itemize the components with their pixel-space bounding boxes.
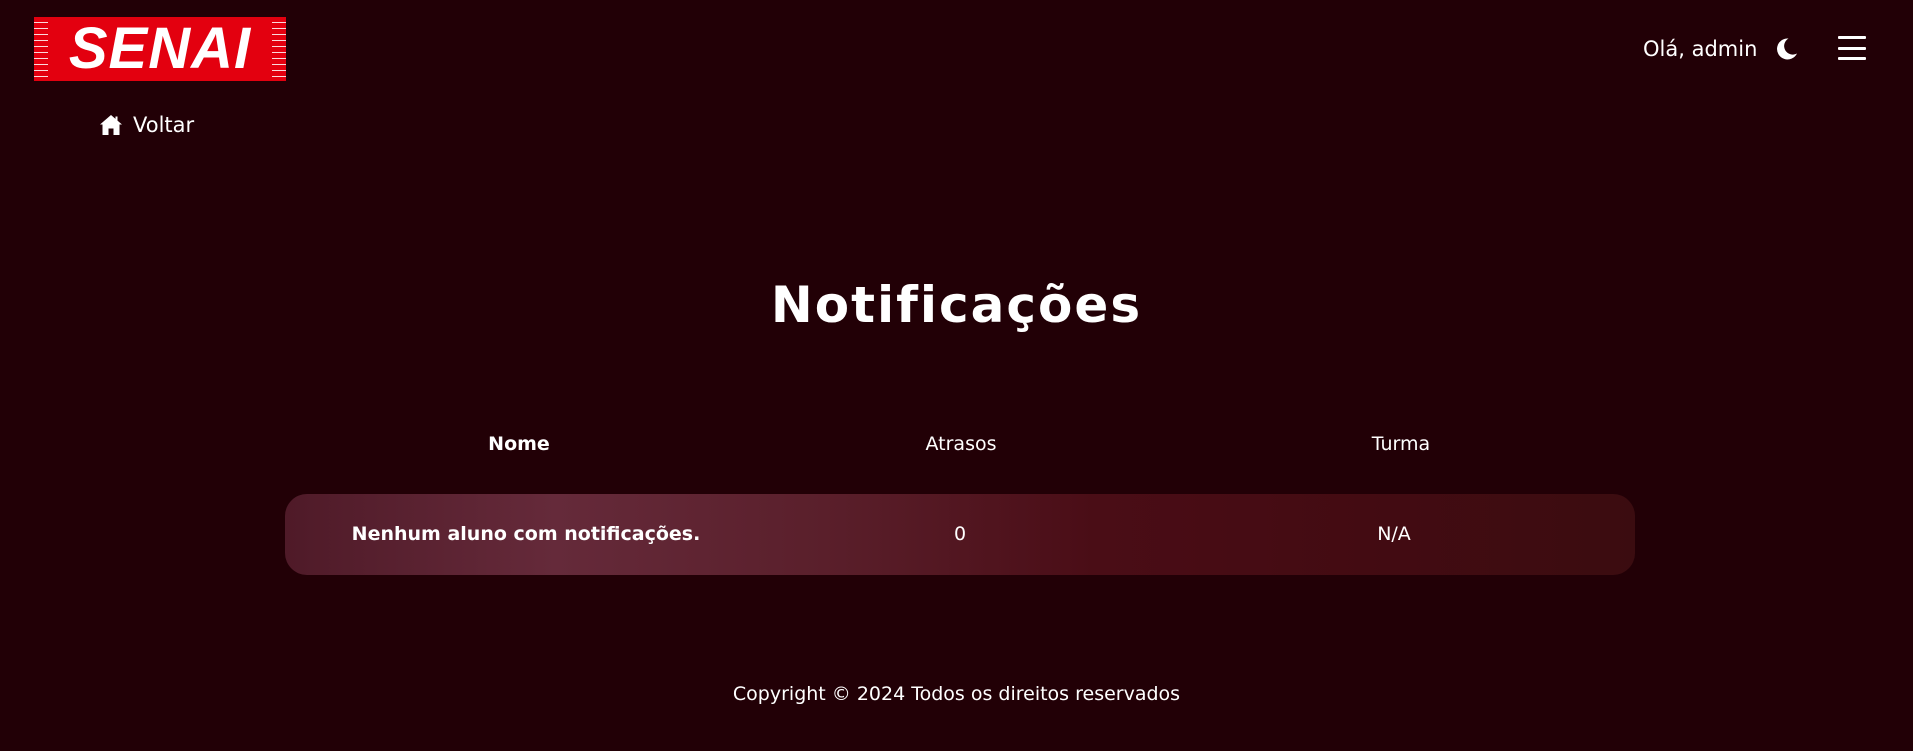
footer-copyright: Copyright © 2024 Todos os direitos reser… [732, 683, 1181, 705]
cell-atrasos: 0 [953, 523, 967, 545]
table-header: Nome Atrasos Turma [0, 430, 1913, 458]
home-icon [99, 114, 123, 136]
menu-bar [1838, 57, 1866, 60]
theme-toggle-button[interactable] [1773, 36, 1799, 62]
column-header-nome[interactable]: Nome [488, 430, 550, 458]
back-link[interactable]: Voltar [99, 111, 194, 139]
cell-turma: N/A [1377, 523, 1411, 545]
user-greeting: Olá, admin [1643, 37, 1758, 61]
page: SENAI Olá, admin Voltar Notificações Nom… [0, 0, 1913, 751]
column-header-atrasos[interactable]: Atrasos [926, 430, 997, 458]
menu-bar [1838, 46, 1866, 50]
logo-text: SENAI [68, 17, 252, 81]
cell-nome: Nenhum aluno com notificações. [351, 523, 701, 545]
table-row[interactable]: Nenhum aluno com notificações. 0 N/A [285, 494, 1635, 575]
back-link-label: Voltar [133, 113, 195, 137]
page-title: Notificações [770, 276, 1143, 334]
menu-button[interactable] [1838, 36, 1866, 60]
menu-bar [1838, 36, 1866, 39]
column-header-turma[interactable]: Turma [1372, 430, 1430, 458]
moon-icon [1777, 38, 1797, 60]
senai-logo[interactable]: SENAI [34, 17, 286, 81]
